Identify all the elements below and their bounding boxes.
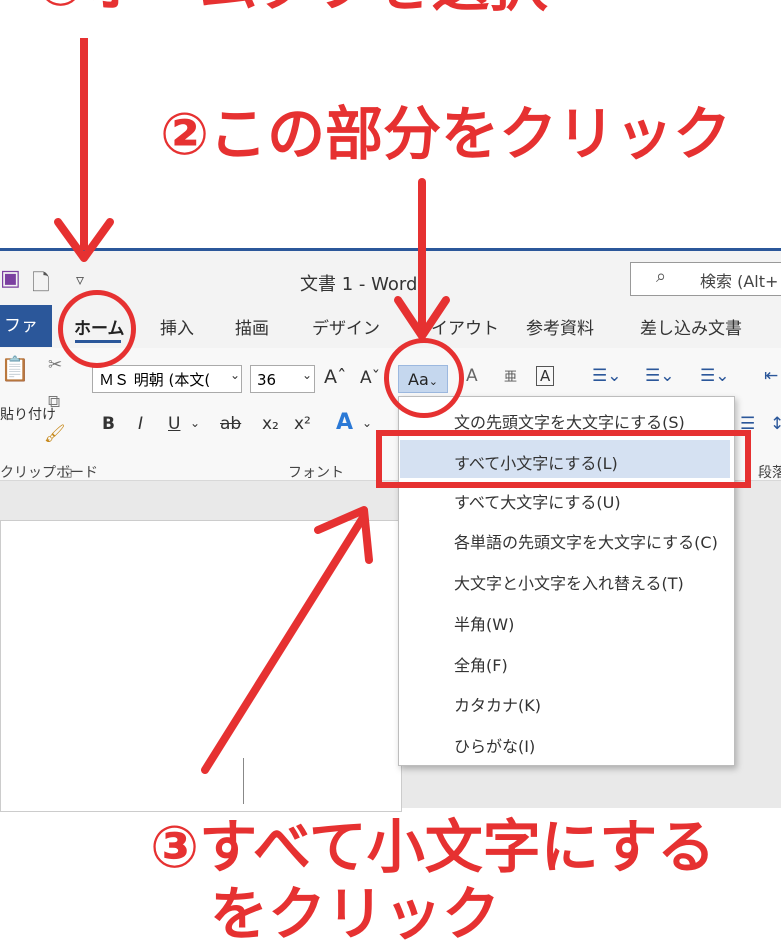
home-tab-circle xyxy=(58,290,136,368)
annotation-step3-line2: をクリック xyxy=(210,880,501,948)
arrow3-shaft xyxy=(201,512,368,774)
annotation-step3: ③すべて小文字にする xyxy=(150,813,716,881)
lowercase-highlight-box xyxy=(376,430,751,488)
arrow1-head xyxy=(54,218,114,262)
change-case-circle xyxy=(384,338,464,418)
